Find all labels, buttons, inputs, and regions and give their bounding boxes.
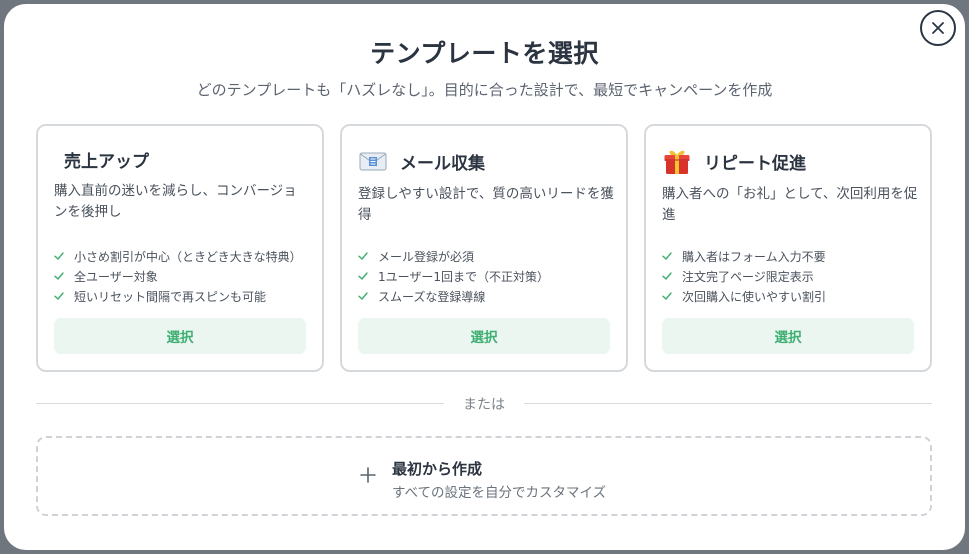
divider-line-left: [36, 403, 444, 404]
feature-item: メール登録が必須: [358, 246, 549, 266]
feature-item: 1ユーザー1回まで（不正対策）: [358, 266, 549, 286]
template-card-email[interactable]: メール収集 登録しやすい設計で、質の高いリードを獲得 メール登録が必須 1ユーザ…: [340, 124, 628, 372]
card-header: 売上アップ: [64, 142, 149, 176]
card-header: メール収集: [358, 144, 485, 178]
modal-subtitle: どのテンプレートも「ハズレなし」。目的に合った設計で、最短でキャンペーンを作成: [196, 81, 773, 99]
template-card-repeat[interactable]: リピート促進 購入者への「お礼」として、次回利用を促進 購入者はフォーム入力不要…: [644, 124, 932, 372]
check-icon: [54, 252, 64, 260]
card-description: 登録しやすい設計で、質の高いリードを獲得: [358, 186, 614, 223]
check-icon: [662, 272, 672, 280]
card-title: リピート促進: [704, 153, 806, 174]
envelope-icon: [358, 146, 388, 176]
template-card-sales[interactable]: 売上アップ 購入直前の迷いを減らし、コンバージョンを後押し 小さめ割引が中心（と…: [36, 124, 324, 372]
check-icon: [662, 292, 672, 300]
select-button[interactable]: 選択: [662, 318, 914, 354]
feature-item: 購入者はフォーム入力不要: [662, 246, 826, 266]
feature-text: 1ユーザー1回まで（不正対策）: [378, 269, 550, 284]
create-from-scratch-button[interactable]: 最初から作成 すべての設定を自分でカスタマイズ: [36, 436, 932, 516]
feature-text: 次回購入に使いやすい割引: [682, 289, 827, 304]
feature-text: 購入者はフォーム入力不要: [682, 249, 826, 264]
card-description: 購入者への「お礼」として、次回利用を促進: [662, 186, 918, 223]
check-icon: [358, 272, 368, 280]
divider-line-right: [524, 403, 932, 404]
feature-list: メール登録が必須 1ユーザー1回まで（不正対策） スムーズな登録導線: [358, 246, 549, 306]
feature-text: メール登録が必須: [378, 249, 475, 264]
check-icon: [358, 252, 368, 260]
feature-text: 注文完了ページ限定表示: [682, 269, 814, 284]
check-icon: [54, 292, 64, 300]
close-icon: [932, 22, 944, 34]
feature-list: 小さめ割引が中心（ときどき大きな特典） 全ユーザー対象 短いリセット間隔で再スピ…: [54, 246, 302, 306]
feature-text: 短いリセット間隔で再スピンも可能: [74, 289, 267, 304]
plus-icon: [360, 467, 376, 483]
modal-title: テンプレートを選択: [370, 39, 599, 68]
card-description: 購入直前の迷いを減らし、コンバージョンを後押し: [54, 183, 297, 220]
feature-text: 全ユーザー対象: [74, 269, 158, 284]
card-title: メール収集: [400, 153, 485, 174]
template-modal: テンプレートを選択 どのテンプレートも「ハズレなし」。目的に合った設計で、最短で…: [4, 4, 965, 550]
feature-item: 全ユーザー対象: [54, 266, 302, 286]
feature-text: 小さめ割引が中心（ときどき大きな特典）: [74, 249, 302, 264]
feature-item: 注文完了ページ限定表示: [662, 266, 826, 286]
card-title: 売上アップ: [64, 151, 149, 172]
card-header: リピート促進: [662, 144, 806, 178]
divider-label: または: [463, 397, 505, 413]
feature-list: 購入者はフォーム入力不要 注文完了ページ限定表示 次回購入に使いやすい割引: [662, 246, 826, 306]
select-button[interactable]: 選択: [54, 318, 306, 354]
custom-title: 最初から作成: [392, 460, 483, 478]
custom-subtitle: すべての設定を自分でカスタマイズ: [392, 485, 607, 501]
check-icon: [358, 292, 368, 300]
gift-icon: [662, 146, 692, 176]
feature-item: 次回購入に使いやすい割引: [662, 286, 826, 306]
feature-item: 小さめ割引が中心（ときどき大きな特典）: [54, 246, 302, 266]
check-icon: [662, 252, 672, 260]
select-button[interactable]: 選択: [358, 318, 610, 354]
check-icon: [54, 272, 64, 280]
feature-item: スムーズな登録導線: [358, 286, 549, 306]
feature-text: スムーズな登録導線: [378, 289, 486, 304]
feature-item: 短いリセット間隔で再スピンも可能: [54, 286, 302, 306]
